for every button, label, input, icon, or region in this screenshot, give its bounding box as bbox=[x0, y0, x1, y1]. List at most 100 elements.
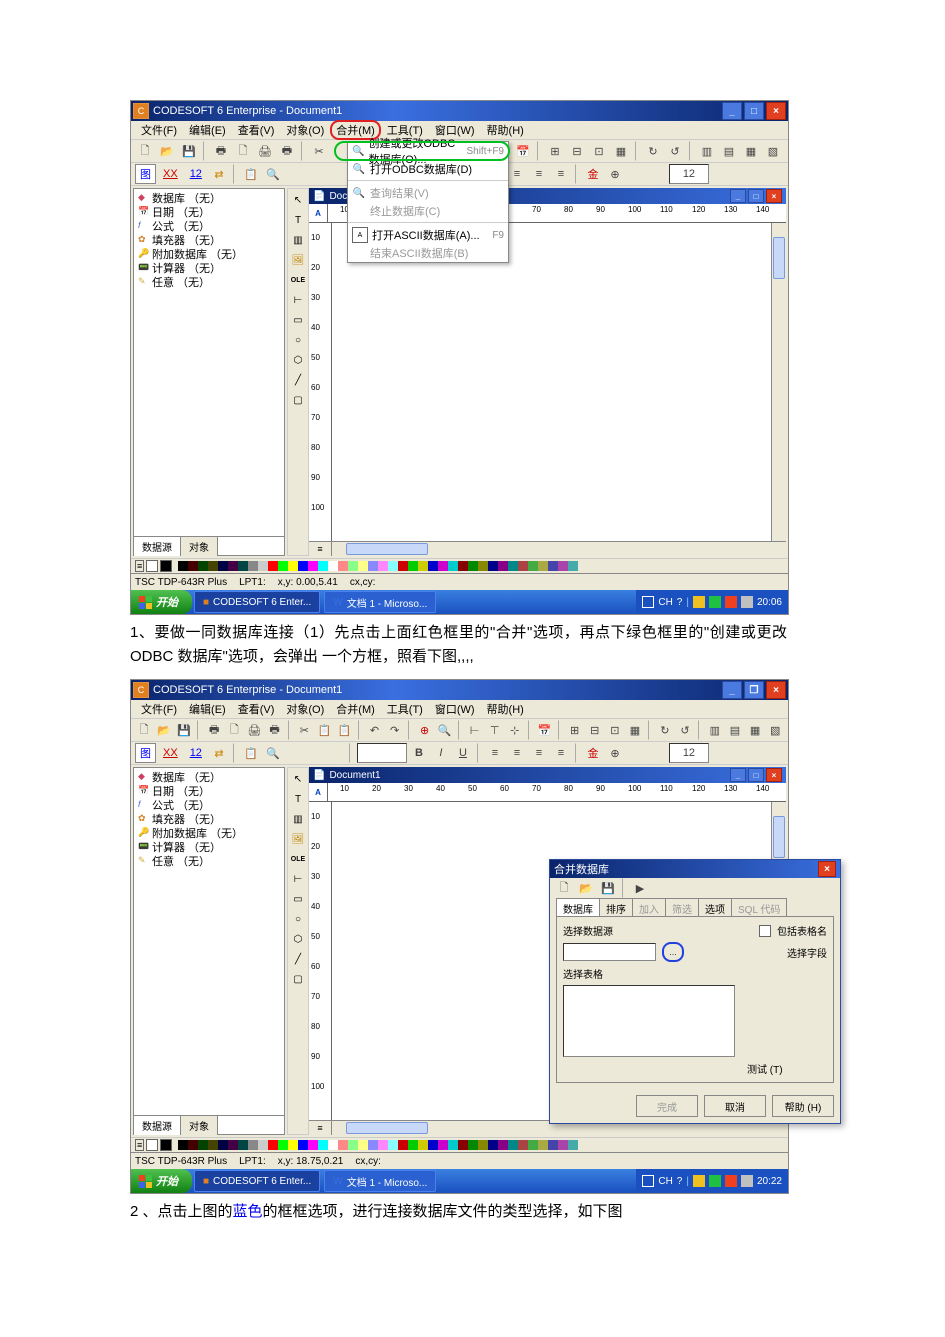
align-justify-icon[interactable]: ≡ bbox=[551, 164, 571, 184]
tray-av-icon[interactable] bbox=[725, 596, 737, 608]
tab-data-source[interactable]: 数据源 bbox=[134, 1116, 181, 1135]
color-swatch[interactable] bbox=[448, 561, 458, 571]
ruler-origin-icon[interactable]: A bbox=[309, 783, 328, 801]
undo-icon[interactable]: ↶ bbox=[365, 720, 383, 740]
image-tool-icon[interactable]: 🖼 bbox=[289, 251, 307, 269]
db-icon[interactable]: 🔍 bbox=[436, 720, 454, 740]
rotate-icon[interactable]: ↺ bbox=[676, 720, 694, 740]
align-left-icon[interactable]: ≡ bbox=[485, 743, 505, 763]
print-setup-icon[interactable]: 🖨 bbox=[255, 141, 275, 161]
doc-close-button[interactable]: × bbox=[766, 768, 782, 782]
tray-vol-icon[interactable] bbox=[741, 596, 753, 608]
paste-icon[interactable]: 📋 bbox=[336, 720, 354, 740]
rect-tool-icon[interactable]: ▭ bbox=[289, 890, 307, 908]
cut-icon[interactable]: ✂ bbox=[309, 141, 329, 161]
rrect-tool-icon[interactable]: ▢ bbox=[289, 970, 307, 988]
tree-item-filler[interactable]: ✿填充器 （无） bbox=[138, 233, 280, 247]
bold-icon[interactable]: B bbox=[409, 743, 429, 763]
hline-tool-icon[interactable]: ⊢ bbox=[289, 291, 307, 309]
align-right-icon[interactable]: ≡ bbox=[529, 164, 549, 184]
rotate-icon[interactable]: ↻ bbox=[643, 141, 663, 161]
color-swatch[interactable] bbox=[568, 561, 578, 571]
color-swatch[interactable] bbox=[428, 1140, 438, 1150]
tray-shield-icon[interactable] bbox=[693, 1175, 705, 1187]
menu-file[interactable]: 文件(F) bbox=[135, 120, 183, 140]
font-inc-icon[interactable]: ⊕ bbox=[605, 164, 625, 184]
menu-create-odbc[interactable]: 🔍 创建或更改ODBC数据库(O)... Shift+F9 bbox=[348, 142, 508, 160]
tree-item-formula[interactable]: 𝑓公式 （无） bbox=[138, 219, 280, 233]
new-icon[interactable]: 🗋 bbox=[554, 878, 574, 898]
tree-item-free[interactable]: ✎任意 （无） bbox=[138, 854, 280, 868]
color-swatch[interactable] bbox=[268, 561, 278, 571]
printer-icon[interactable]: 🖶 bbox=[265, 720, 283, 740]
color-swatch[interactable] bbox=[258, 561, 268, 571]
color-swatch[interactable] bbox=[468, 561, 478, 571]
color-swatch[interactable] bbox=[398, 1140, 408, 1150]
cancel-button[interactable]: 取消 bbox=[704, 1095, 766, 1117]
color-swatch[interactable] bbox=[208, 1140, 218, 1150]
tree-item-free[interactable]: ✎任意 （无） bbox=[138, 275, 280, 289]
open-icon[interactable]: 📂 bbox=[155, 720, 173, 740]
doc-maximize-button[interactable]: □ bbox=[748, 189, 764, 203]
line-tool-icon[interactable]: ╱ bbox=[289, 950, 307, 968]
help-button[interactable]: 帮助 (H) bbox=[772, 1095, 834, 1117]
doc-minimize-button[interactable]: _ bbox=[730, 189, 746, 203]
copy-icon[interactable]: 📋 bbox=[241, 164, 261, 184]
close-button[interactable]: × bbox=[766, 681, 786, 699]
color-swatch[interactable] bbox=[288, 561, 298, 571]
open-icon[interactable]: 📂 bbox=[576, 878, 596, 898]
vline-icon[interactable]: ⊤ bbox=[486, 720, 504, 740]
color-swatch[interactable] bbox=[348, 561, 358, 571]
color-swatch[interactable] bbox=[548, 561, 558, 571]
font-inc-icon[interactable]: ⊕ bbox=[605, 743, 625, 763]
taskbar-app-codesoft[interactable]: ■ CODESOFT 6 Enter... bbox=[194, 1170, 320, 1192]
ruler-origin-icon[interactable]: A bbox=[309, 204, 328, 222]
browse-button[interactable]: … bbox=[662, 942, 684, 962]
tab-database[interactable]: 数据库 bbox=[556, 898, 600, 916]
color-swatch[interactable] bbox=[368, 1140, 378, 1150]
color-swatch[interactable] bbox=[398, 561, 408, 571]
taskbar-app-word[interactable]: W 文档 1 - Microso... bbox=[324, 591, 436, 613]
size-combo[interactable]: 12 bbox=[669, 743, 709, 763]
tab-sql[interactable]: SQL 代码 bbox=[731, 898, 787, 916]
color-swatch[interactable] bbox=[178, 561, 188, 571]
menu-window[interactable]: 窗口(W) bbox=[429, 699, 481, 719]
arrows-icon[interactable]: ⇄ bbox=[209, 743, 229, 763]
doc-maximize-button[interactable]: □ bbox=[748, 768, 764, 782]
print-icon[interactable]: 🖶 bbox=[205, 720, 223, 740]
menu-object[interactable]: 对象(O) bbox=[280, 120, 330, 140]
align-icon[interactable]: ⊡ bbox=[589, 141, 609, 161]
taskbar-app-word[interactable]: W 文档 1 - Microso... bbox=[324, 1170, 436, 1192]
arrows-icon[interactable]: ⇄ bbox=[209, 164, 229, 184]
bg-color-icon[interactable] bbox=[160, 1139, 172, 1151]
barcode-icon[interactable]: ▦ bbox=[746, 720, 764, 740]
barcode-icon[interactable]: ▥ bbox=[706, 720, 724, 740]
menu-object[interactable]: 对象(O) bbox=[280, 699, 330, 719]
color-swatch[interactable] bbox=[488, 561, 498, 571]
color-swatch[interactable] bbox=[348, 1140, 358, 1150]
color-swatch[interactable] bbox=[338, 561, 348, 571]
color-swatch[interactable] bbox=[418, 1140, 428, 1150]
align-justify-icon[interactable]: ≡ bbox=[551, 743, 571, 763]
search-icon[interactable]: 🔍 bbox=[263, 164, 283, 184]
color-swatch[interactable] bbox=[418, 561, 428, 571]
checkbox-include-table[interactable] bbox=[759, 925, 771, 937]
color-swatch[interactable] bbox=[558, 1140, 568, 1150]
color-swatch[interactable] bbox=[288, 1140, 298, 1150]
doc-close-button[interactable]: × bbox=[766, 189, 782, 203]
color-swatch[interactable] bbox=[438, 1140, 448, 1150]
rect-tool-icon[interactable]: ▭ bbox=[289, 311, 307, 329]
tab-data-source[interactable]: 数据源 bbox=[134, 537, 181, 556]
tree-item-calc[interactable]: 📟计算器 （无） bbox=[138, 840, 280, 854]
run-icon[interactable]: ▶ bbox=[630, 878, 650, 898]
tab-objects[interactable]: 对象 bbox=[181, 537, 218, 556]
cross-icon[interactable]: ⊹ bbox=[506, 720, 524, 740]
tray-shield-icon[interactable] bbox=[693, 596, 705, 608]
tree-item-extdb[interactable]: 🔑附加数据库 （无） bbox=[138, 247, 280, 261]
new-icon[interactable]: 🗋 bbox=[135, 720, 153, 740]
cut-icon[interactable]: ✂ bbox=[295, 720, 313, 740]
color-swatch[interactable] bbox=[298, 1140, 308, 1150]
color-mode-icon[interactable]: ≡ bbox=[135, 560, 144, 572]
color-swatch[interactable] bbox=[238, 561, 248, 571]
image-button[interactable]: 图 bbox=[135, 164, 156, 184]
